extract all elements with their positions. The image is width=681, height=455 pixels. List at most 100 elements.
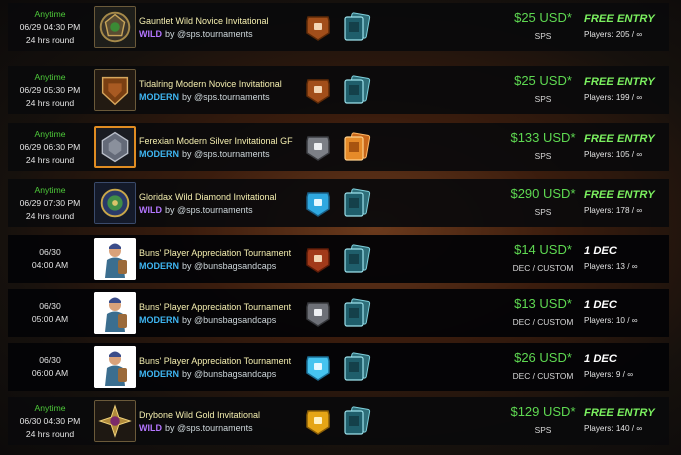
start-datetime: 06/29 05:30 PM <box>19 84 81 95</box>
tournament-name[interactable]: Gloridax Wild Diamond Invitational <box>139 191 299 203</box>
organizer: by @sps.tournaments <box>165 423 253 433</box>
tournament-row[interactable]: 06/30 05:00 AM Buns' Player Appreciation… <box>8 289 669 337</box>
entry-fee[interactable]: 1 DEC <box>584 244 668 258</box>
tournament-row[interactable]: Anytime 06/29 04:30 PM 24 hrs round Gaun… <box>8 3 669 51</box>
tournament-info: Ferexian Modern Silver Invitational GF M… <box>139 128 299 168</box>
tournament-meta: MODERN by @sps.tournaments <box>139 148 299 161</box>
format-badge: MODERN <box>139 369 179 379</box>
format-badge: WILD <box>139 205 162 215</box>
ferexian-emblem-icon <box>94 126 136 168</box>
anytime-label: Anytime <box>34 128 66 139</box>
diamond-league-icon <box>304 354 332 382</box>
start-time: 06/30 04:00 AM <box>8 235 92 283</box>
entry-info: FREE ENTRY Players: 140 / ∞ <box>584 406 668 434</box>
entry-fee[interactable]: FREE ENTRY <box>584 75 668 89</box>
gold-league-icon <box>304 408 332 436</box>
tournament-info: Buns' Player Appreciation Tournament MOD… <box>139 240 299 280</box>
drybone-emblem-icon <box>94 400 136 442</box>
player-count: Players: 140 / ∞ <box>584 424 643 433</box>
entry-fee[interactable]: FREE ENTRY <box>584 406 668 420</box>
tournament-row[interactable]: 06/30 04:00 AM Buns' Player Appreciation… <box>8 235 669 283</box>
bronze-league-icon <box>304 246 332 274</box>
card-deck-icon <box>341 297 373 329</box>
organizer: by @bunsbagsandcaps <box>182 315 277 325</box>
tournament-name[interactable]: Buns' Player Appreciation Tournament <box>139 247 299 259</box>
tournament-name[interactable]: Buns' Player Appreciation Tournament <box>139 355 299 367</box>
card-deck-icon <box>341 74 373 106</box>
start-datetime: 06/29 07:30 PM <box>19 197 81 208</box>
start-time: Anytime 06/30 04:30 PM 24 hrs round <box>8 397 92 445</box>
start-date: 06/30 <box>39 301 61 311</box>
start-datetime: 06/30 04:30 PM <box>19 415 81 426</box>
entry-info: FREE ENTRY Players: 178 / ∞ <box>584 188 668 216</box>
bronze-league-icon <box>304 14 332 42</box>
entry-info: 1 DEC Players: 13 / ∞ <box>584 244 668 272</box>
entry-info: FREE ENTRY Players: 105 / ∞ <box>584 132 668 160</box>
tournament-meta: MODERN by @bunsbagsandcaps <box>139 260 299 273</box>
player-count: Players: 13 / ∞ <box>584 262 638 271</box>
organizer: by @sps.tournaments <box>182 149 270 159</box>
tournament-row[interactable]: 06/30 06:00 AM Buns' Player Appreciation… <box>8 343 669 391</box>
player-count: Players: 205 / ∞ <box>584 30 643 39</box>
format-badge: WILD <box>139 423 162 433</box>
silver-league-icon <box>304 134 332 162</box>
tournament-name[interactable]: Tidalring Modern Novice Invitational <box>139 78 299 90</box>
start-clock: 05:00 AM <box>31 314 69 324</box>
anytime-label: Anytime <box>34 184 66 195</box>
character-portrait-icon <box>94 292 136 334</box>
tournament-info: Gauntlet Wild Novice Invitational WILD by… <box>139 8 299 48</box>
tournament-row[interactable]: Anytime 06/30 04:30 PM 24 hrs round Dryb… <box>8 397 669 445</box>
format-badge: MODERN <box>139 149 179 159</box>
entry-fee[interactable]: FREE ENTRY <box>584 188 668 202</box>
start-clock: 04:00 AM <box>31 260 69 270</box>
tournament-name[interactable]: Drybone Wild Gold Invitational <box>139 409 299 421</box>
entry-info: FREE ENTRY Players: 205 / ∞ <box>584 12 668 40</box>
tournament-name[interactable]: Gauntlet Wild Novice Invitational <box>139 15 299 27</box>
organizer: by @bunsbagsandcaps <box>182 261 277 271</box>
tournament-meta: WILD by @sps.tournaments <box>139 204 299 217</box>
start-time: 06/30 05:00 AM <box>8 289 92 337</box>
round-duration: 24 hrs round <box>25 97 75 108</box>
tournament-info: Buns' Player Appreciation Tournament MOD… <box>139 294 299 334</box>
tournament-meta: MODERN by @bunsbagsandcaps <box>139 314 299 327</box>
organizer: by @sps.tournaments <box>165 205 253 215</box>
tournament-info: Tidalring Modern Novice Invitational MOD… <box>139 71 299 111</box>
tidalring-emblem-icon <box>94 69 136 111</box>
card-deck-icon <box>341 405 373 437</box>
tournament-row[interactable]: Anytime 06/29 05:30 PM 24 hrs round Tida… <box>8 66 669 114</box>
entry-fee[interactable]: 1 DEC <box>584 298 668 312</box>
entry-fee[interactable]: FREE ENTRY <box>584 12 668 26</box>
anytime-label: Anytime <box>34 71 66 82</box>
start-time: Anytime 06/29 05:30 PM 24 hrs round <box>8 66 92 114</box>
tournament-name[interactable]: Ferexian Modern Silver Invitational GF <box>139 135 299 147</box>
card-deck-icon <box>341 11 373 43</box>
tournament-row[interactable]: Anytime 06/29 06:30 PM 24 hrs round Fere… <box>8 123 669 171</box>
player-count: Players: 199 / ∞ <box>584 93 643 102</box>
anytime-label: Anytime <box>34 8 66 19</box>
silver-league-icon <box>304 300 332 328</box>
gauntlet-emblem-icon <box>94 6 136 48</box>
round-duration: 24 hrs round <box>25 428 75 439</box>
tournament-meta: MODERN by @sps.tournaments <box>139 91 299 104</box>
format-badge: MODERN <box>139 315 179 325</box>
start-time: Anytime 06/29 06:30 PM 24 hrs round <box>8 123 92 171</box>
diamond-league-icon <box>304 190 332 218</box>
player-count: Players: 10 / ∞ <box>584 316 638 325</box>
entry-fee[interactable]: 1 DEC <box>584 352 668 366</box>
card-deck-icon <box>341 187 373 219</box>
start-time: Anytime 06/29 07:30 PM 24 hrs round <box>8 179 92 227</box>
entry-fee[interactable]: FREE ENTRY <box>584 132 668 146</box>
organizer: by @bunsbagsandcaps <box>182 369 277 379</box>
entry-info: FREE ENTRY Players: 199 / ∞ <box>584 75 668 103</box>
bronze-league-icon <box>304 77 332 105</box>
format-badge: MODERN <box>139 261 179 271</box>
tournament-list: Anytime 06/29 04:30 PM 24 hrs round Gaun… <box>0 0 681 455</box>
tournament-row[interactable]: Anytime 06/29 07:30 PM 24 hrs round Glor… <box>8 179 669 227</box>
anytime-label: Anytime <box>34 402 66 413</box>
card-deck-icon <box>341 351 373 383</box>
tournament-info: Gloridax Wild Diamond Invitational WILD b… <box>139 184 299 224</box>
player-count: Players: 9 / ∞ <box>584 370 634 379</box>
tournament-meta: WILD by @sps.tournaments <box>139 422 299 435</box>
tournament-name[interactable]: Buns' Player Appreciation Tournament <box>139 301 299 313</box>
tournament-info: Drybone Wild Gold Invitational WILD by @s… <box>139 402 299 442</box>
